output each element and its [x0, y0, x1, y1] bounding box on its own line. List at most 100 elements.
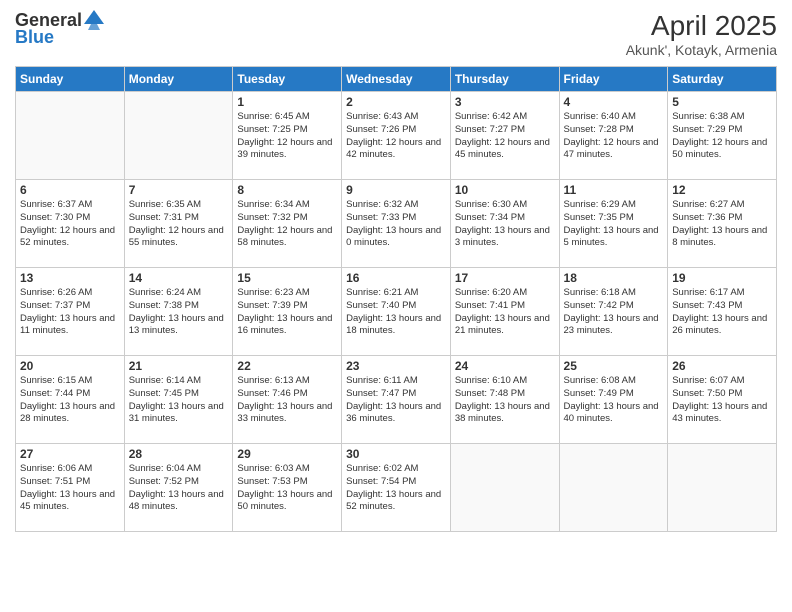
weekday-header-saturday: Saturday	[668, 67, 777, 92]
day-info: Sunrise: 6:34 AM Sunset: 7:32 PM Dayligh…	[237, 199, 337, 250]
day-number: 19	[672, 271, 772, 285]
day-info: Sunrise: 6:06 AM Sunset: 7:51 PM Dayligh…	[20, 463, 120, 514]
weekday-header-friday: Friday	[559, 67, 668, 92]
calendar-week-2: 6Sunrise: 6:37 AM Sunset: 7:30 PM Daylig…	[16, 180, 777, 268]
day-number: 10	[455, 183, 555, 197]
day-number: 15	[237, 271, 337, 285]
day-info: Sunrise: 6:30 AM Sunset: 7:34 PM Dayligh…	[455, 199, 555, 250]
day-number: 12	[672, 183, 772, 197]
logo-icon	[84, 10, 104, 30]
calendar-week-4: 20 Sunrise: 6:15 AM Sunset: 7:44 PM Dayli…	[16, 356, 777, 444]
day-info: Sunrise: 6:03 AM Sunset: 7:53 PM Dayligh…	[237, 463, 337, 514]
day-info: Sunrise: 6:43 AM Sunset: 7:26 PM Dayligh…	[346, 111, 446, 162]
day-number: 14	[129, 271, 229, 285]
calendar-cell: 20 Sunrise: 6:15 AM Sunset: 7:44 PM Dayli…	[16, 356, 125, 444]
calendar-cell: 24Sunrise: 6:10 AM Sunset: 7:48 PM Dayli…	[450, 356, 559, 444]
day-info: Sunrise: 6:45 AM Sunset: 7:25 PM Dayligh…	[237, 111, 337, 162]
day-number: 25	[564, 359, 664, 373]
calendar-cell: 15 Sunrise: 6:23 AM Sunset: 7:39 PM Dayli…	[233, 268, 342, 356]
calendar-cell: 11Sunrise: 6:29 AM Sunset: 7:35 PM Dayli…	[559, 180, 668, 268]
calendar-week-1: 1 Sunrise: 6:45 AM Sunset: 7:25 PM Daylig…	[16, 92, 777, 180]
day-number: 7	[129, 183, 229, 197]
day-number: 18	[564, 271, 664, 285]
calendar-cell: 3 Sunrise: 6:42 AM Sunset: 7:27 PM Daylig…	[450, 92, 559, 180]
calendar-cell: 25 Sunrise: 6:08 AM Sunset: 7:49 PM Dayli…	[559, 356, 668, 444]
day-number: 20	[20, 359, 120, 373]
day-info: Sunrise: 6:17 AM Sunset: 7:43 PM Dayligh…	[672, 287, 772, 338]
day-number: 16	[346, 271, 446, 285]
day-info: Sunrise: 6:07 AM Sunset: 7:50 PM Dayligh…	[672, 375, 772, 426]
day-number: 3	[455, 95, 555, 109]
calendar-subtitle: Akunk', Kotayk, Armenia	[626, 42, 777, 58]
day-number: 21	[129, 359, 229, 373]
day-number: 27	[20, 447, 120, 461]
day-number: 17	[455, 271, 555, 285]
title-block: April 2025 Akunk', Kotayk, Armenia	[626, 10, 777, 58]
day-info: Sunrise: 6:35 AM Sunset: 7:31 PM Dayligh…	[129, 199, 229, 250]
day-info: Sunrise: 6:18 AM Sunset: 7:42 PM Dayligh…	[564, 287, 664, 338]
day-info: Sunrise: 6:24 AM Sunset: 7:38 PM Dayligh…	[129, 287, 229, 338]
calendar-cell	[450, 444, 559, 532]
calendar-cell	[668, 444, 777, 532]
day-number: 28	[129, 447, 229, 461]
day-number: 9	[346, 183, 446, 197]
calendar-cell: 14 Sunrise: 6:24 AM Sunset: 7:38 PM Dayli…	[124, 268, 233, 356]
weekday-header-tuesday: Tuesday	[233, 67, 342, 92]
weekday-header-wednesday: Wednesday	[342, 67, 451, 92]
logo: General Blue	[15, 10, 104, 48]
calendar-cell: 23 Sunrise: 6:11 AM Sunset: 7:47 PM Dayli…	[342, 356, 451, 444]
calendar-cell: 7 Sunrise: 6:35 AM Sunset: 7:31 PM Daylig…	[124, 180, 233, 268]
day-number: 24	[455, 359, 555, 373]
calendar-cell: 21Sunrise: 6:14 AM Sunset: 7:45 PM Dayli…	[124, 356, 233, 444]
calendar-cell: 2 Sunrise: 6:43 AM Sunset: 7:26 PM Daylig…	[342, 92, 451, 180]
page: General Blue April 2025 Akunk', Kotayk, …	[0, 0, 792, 612]
day-number: 1	[237, 95, 337, 109]
weekday-header-thursday: Thursday	[450, 67, 559, 92]
day-info: Sunrise: 6:20 AM Sunset: 7:41 PM Dayligh…	[455, 287, 555, 338]
day-number: 8	[237, 183, 337, 197]
calendar-cell: 18 Sunrise: 6:18 AM Sunset: 7:42 PM Dayli…	[559, 268, 668, 356]
calendar-cell: 27 Sunrise: 6:06 AM Sunset: 7:51 PM Dayli…	[16, 444, 125, 532]
day-number: 23	[346, 359, 446, 373]
day-info: Sunrise: 6:15 AM Sunset: 7:44 PM Dayligh…	[20, 375, 120, 426]
day-info: Sunrise: 6:26 AM Sunset: 7:37 PM Dayligh…	[20, 287, 120, 338]
day-info: Sunrise: 6:42 AM Sunset: 7:27 PM Dayligh…	[455, 111, 555, 162]
day-info: Sunrise: 6:08 AM Sunset: 7:49 PM Dayligh…	[564, 375, 664, 426]
day-number: 5	[672, 95, 772, 109]
day-info: Sunrise: 6:02 AM Sunset: 7:54 PM Dayligh…	[346, 463, 446, 514]
calendar-title: April 2025	[626, 10, 777, 42]
calendar-cell	[16, 92, 125, 180]
calendar-cell: 1 Sunrise: 6:45 AM Sunset: 7:25 PM Daylig…	[233, 92, 342, 180]
day-info: Sunrise: 6:40 AM Sunset: 7:28 PM Dayligh…	[564, 111, 664, 162]
day-info: Sunrise: 6:04 AM Sunset: 7:52 PM Dayligh…	[129, 463, 229, 514]
weekday-header-sunday: Sunday	[16, 67, 125, 92]
calendar-cell: 16 Sunrise: 6:21 AM Sunset: 7:40 PM Dayli…	[342, 268, 451, 356]
calendar-cell: 22Sunrise: 6:13 AM Sunset: 7:46 PM Dayli…	[233, 356, 342, 444]
calendar-cell: 30 Sunrise: 6:02 AM Sunset: 7:54 PM Dayli…	[342, 444, 451, 532]
day-info: Sunrise: 6:32 AM Sunset: 7:33 PM Dayligh…	[346, 199, 446, 250]
day-info: Sunrise: 6:11 AM Sunset: 7:47 PM Dayligh…	[346, 375, 446, 426]
day-number: 30	[346, 447, 446, 461]
header: General Blue April 2025 Akunk', Kotayk, …	[15, 10, 777, 58]
calendar-cell: 29Sunrise: 6:03 AM Sunset: 7:53 PM Dayli…	[233, 444, 342, 532]
calendar-cell: 19 Sunrise: 6:17 AM Sunset: 7:43 PM Dayli…	[668, 268, 777, 356]
calendar-cell: 13 Sunrise: 6:26 AM Sunset: 7:37 PM Dayli…	[16, 268, 125, 356]
day-number: 26	[672, 359, 772, 373]
calendar-cell: 5Sunrise: 6:38 AM Sunset: 7:29 PM Daylig…	[668, 92, 777, 180]
calendar-cell: 17 Sunrise: 6:20 AM Sunset: 7:41 PM Dayli…	[450, 268, 559, 356]
calendar-week-3: 13 Sunrise: 6:26 AM Sunset: 7:37 PM Dayli…	[16, 268, 777, 356]
day-info: Sunrise: 6:23 AM Sunset: 7:39 PM Dayligh…	[237, 287, 337, 338]
day-info: Sunrise: 6:27 AM Sunset: 7:36 PM Dayligh…	[672, 199, 772, 250]
day-number: 2	[346, 95, 446, 109]
calendar-cell: 4Sunrise: 6:40 AM Sunset: 7:28 PM Daylig…	[559, 92, 668, 180]
day-info: Sunrise: 6:37 AM Sunset: 7:30 PM Dayligh…	[20, 199, 120, 250]
calendar-cell	[124, 92, 233, 180]
calendar-cell: 26 Sunrise: 6:07 AM Sunset: 7:50 PM Dayli…	[668, 356, 777, 444]
day-info: Sunrise: 6:21 AM Sunset: 7:40 PM Dayligh…	[346, 287, 446, 338]
calendar-cell: 8 Sunrise: 6:34 AM Sunset: 7:32 PM Daylig…	[233, 180, 342, 268]
calendar-cell: 10 Sunrise: 6:30 AM Sunset: 7:34 PM Dayli…	[450, 180, 559, 268]
calendar-table: SundayMondayTuesdayWednesdayThursdayFrid…	[15, 66, 777, 532]
calendar-cell: 28 Sunrise: 6:04 AM Sunset: 7:52 PM Dayli…	[124, 444, 233, 532]
day-number: 13	[20, 271, 120, 285]
calendar-cell: 9 Sunrise: 6:32 AM Sunset: 7:33 PM Daylig…	[342, 180, 451, 268]
